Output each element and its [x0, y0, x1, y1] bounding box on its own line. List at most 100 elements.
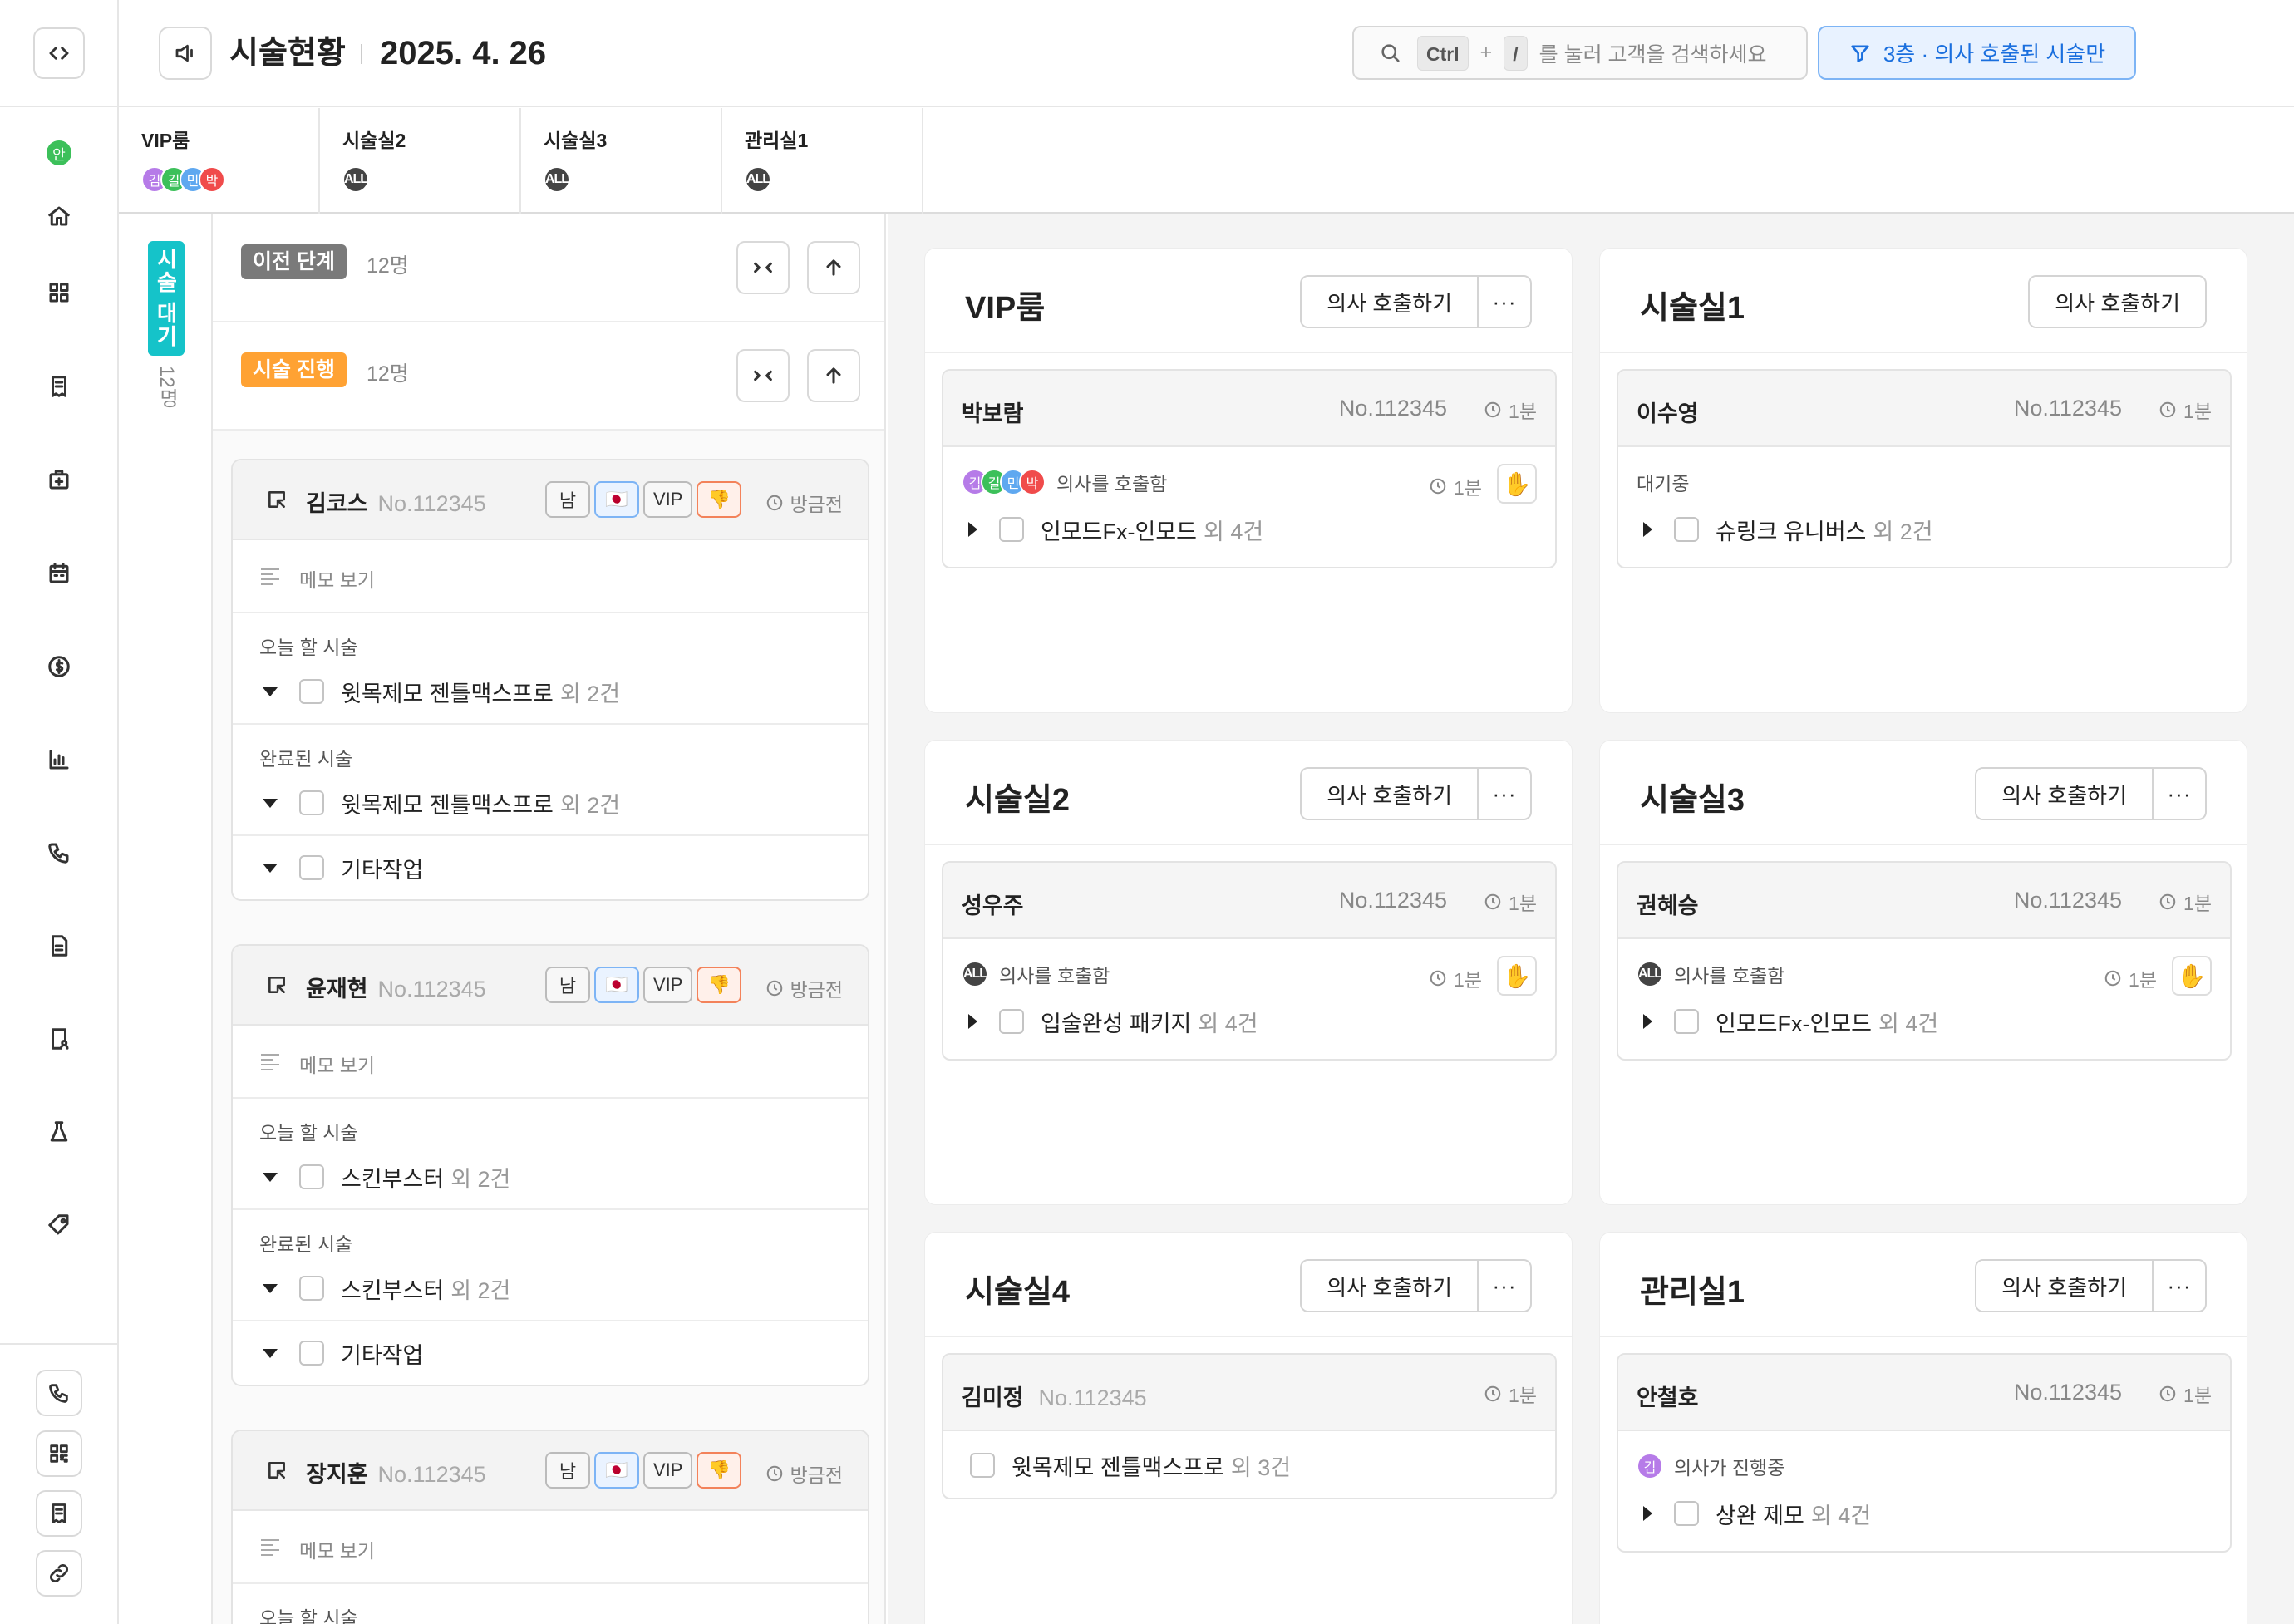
link-icon[interactable] [36, 1550, 82, 1597]
procedure-row[interactable]: 윗목제모 젠틀맥스프로 외 2건 [233, 771, 868, 834]
patient-name[interactable]: 김코스 No.112345 [306, 485, 486, 518]
room-procedure-row[interactable]: 슈링크 유니버스 외 2건 [1637, 500, 2212, 559]
select-icon[interactable] [266, 489, 288, 514]
procedure-row[interactable]: 윗목제모 젠틀맥스프로 외 2건 [233, 660, 868, 723]
flask-icon[interactable] [42, 1115, 76, 1149]
call-doctor-button[interactable]: 의사 호출하기 [1302, 1261, 1477, 1311]
phone-icon[interactable] [42, 836, 76, 869]
extra-task-checkbox[interactable] [299, 855, 324, 880]
call-doctor-button[interactable]: 의사 호출하기 [2030, 277, 2205, 327]
room-procedure-row[interactable]: 상완 제모 외 4건 [1637, 1484, 2212, 1543]
stage-tag[interactable]: 시술 진행 [241, 352, 347, 387]
memo-row[interactable]: 메모 보기 [233, 1026, 868, 1099]
caret-right-icon[interactable] [968, 1014, 977, 1029]
room-procedure-row[interactable]: 입술완성 패키지 외 4건 [962, 992, 1537, 1051]
room-procedure-checkbox[interactable] [1674, 1501, 1699, 1526]
procedure-checkbox[interactable] [299, 1164, 324, 1189]
room-tab[interactable]: VIP룸 김 길 민 박 [119, 108, 320, 214]
room-patient-card[interactable]: 이수영 No.112345 1분 대기중 슈링크 유니버스 외 2건 [1617, 369, 2232, 568]
room-procedure-checkbox[interactable] [999, 1009, 1024, 1034]
more-options-icon[interactable]: ··· [2152, 1261, 2205, 1311]
procedure-row[interactable]: 스킨부스터 외 2건 [233, 1145, 868, 1208]
grid-icon[interactable] [42, 276, 76, 309]
document-icon[interactable] [42, 929, 76, 962]
select-icon[interactable] [266, 974, 288, 1000]
room-procedure-checkbox[interactable] [1674, 517, 1699, 542]
code-toggle-icon[interactable] [33, 27, 85, 79]
caret-down-icon[interactable] [263, 687, 278, 696]
call-doctor-button[interactable]: 의사 호출하기 [1976, 1261, 2152, 1311]
room-tab[interactable]: 시술실2 ALL [320, 108, 521, 214]
caret-down-icon[interactable] [263, 1348, 278, 1358]
select-icon[interactable] [266, 1459, 288, 1485]
arrow-up-icon[interactable] [807, 241, 860, 294]
receipt-icon[interactable] [36, 1490, 82, 1537]
caret-right-icon[interactable] [1643, 1506, 1652, 1521]
room-tab[interactable]: 관리실1 ALL [722, 108, 923, 214]
dollar-icon[interactable] [42, 650, 76, 683]
procedure-checkbox[interactable] [299, 679, 324, 704]
procedure-checkbox[interactable] [299, 790, 324, 815]
arrow-up-icon[interactable] [807, 349, 860, 402]
memo-row[interactable]: 메모 보기 [233, 1511, 868, 1584]
medical-box-icon[interactable] [42, 463, 76, 496]
call-doctor-button[interactable]: 의사 호출하기 [1302, 769, 1477, 819]
patient-card[interactable]: 김코스 No.112345 남 🇯🇵 VIP 👎 방금전 메모 보기 오늘 할 시술 윗목제모 젠… [231, 459, 869, 901]
call-doctor-button[interactable]: 의사 호출하기 [1302, 277, 1477, 327]
hand-raise-icon[interactable]: ✋ [1497, 464, 1537, 504]
extra-task-row[interactable]: 기타작업 [233, 836, 868, 899]
phone-icon[interactable] [36, 1370, 82, 1416]
room-procedure-checkbox[interactable] [970, 1453, 995, 1478]
room-patient-card[interactable]: 박보람 No.112345 1분 김 길 민 박 의사를 호출함 1분 ✋ 인모드Fx-인모드 외 4… [942, 369, 1557, 568]
caret-right-icon[interactable] [1643, 522, 1652, 537]
patient-name[interactable]: 윤재현 No.112345 [306, 971, 486, 1003]
room-patient-card[interactable]: 성우주 No.112345 1분 ALL 의사를 호출함 1분 ✋ 입술완성 패키지 외 4건 [942, 861, 1557, 1061]
chart-icon[interactable] [42, 743, 76, 776]
more-options-icon[interactable]: ··· [1477, 277, 1530, 327]
room-patient-card[interactable]: 안철호 No.112345 1분 김 의사가 진행중 상완 제모 외 4건 [1617, 1353, 2232, 1553]
room-procedure-row[interactable]: 인모드Fx-인모드 외 4건 [1637, 992, 2212, 1051]
room-card: 시술실4 의사 호출하기 ··· 김미정 No.112345 1분 윗목제모 젠틀맥스프로 외… [924, 1232, 1573, 1624]
hand-raise-icon[interactable]: ✋ [1497, 956, 1537, 996]
procedure-row[interactable]: 스킨부스터 외 2건 [233, 1257, 868, 1320]
call-doctor-button[interactable]: 의사 호출하기 [1976, 769, 2152, 819]
patient-card[interactable]: 장지훈 No.112345 남 🇯🇵 VIP 👎 방금전 메모 보기 오늘 할 시술 [231, 1430, 869, 1624]
procedure-checkbox[interactable] [299, 1276, 324, 1301]
qr-icon[interactable] [36, 1430, 82, 1477]
stage-tag[interactable]: 이전 단계 [241, 244, 347, 279]
room-procedure-checkbox[interactable] [1674, 1009, 1699, 1034]
extra-task-checkbox[interactable] [299, 1341, 324, 1366]
collapse-icon[interactable] [736, 241, 790, 294]
receipt-icon[interactable] [42, 370, 76, 403]
hand-raise-icon[interactable]: ✋ [2172, 956, 2212, 996]
speaker-icon[interactable] [159, 27, 212, 80]
extra-task-row[interactable]: 기타작업 [233, 1321, 868, 1385]
caret-right-icon[interactable] [968, 522, 977, 537]
caret-down-icon[interactable] [263, 1172, 278, 1182]
collapse-icon[interactable] [736, 349, 790, 402]
room-procedure-row[interactable]: 인모드Fx-인모드 외 4건 [962, 500, 1537, 559]
more-options-icon[interactable]: ··· [1477, 1261, 1530, 1311]
filter-button[interactable]: 3층 · 의사 호출된 시술만 [1818, 26, 2136, 80]
waiting-label[interactable]: 시술 대기 [148, 241, 185, 356]
caret-down-icon[interactable] [263, 1283, 278, 1293]
caret-down-icon[interactable] [263, 798, 278, 808]
home-icon[interactable] [42, 199, 76, 233]
patient-name[interactable]: 장지훈 No.112345 [306, 1456, 486, 1489]
caret-right-icon[interactable] [1643, 1014, 1652, 1029]
caret-down-icon[interactable] [263, 863, 278, 873]
patient-card[interactable]: 윤재현 No.112345 남 🇯🇵 VIP 👎 방금전 메모 보기 오늘 할 시술 스킨부스터 외… [231, 944, 869, 1386]
room-patient-card[interactable]: 권혜승 No.112345 1분 ALL 의사를 호출함 1분 ✋ 인모드Fx-인모드 외 4건 [1617, 861, 2232, 1061]
more-options-icon[interactable]: ··· [1477, 769, 1530, 819]
room-procedure-row[interactable]: 윗목제모 젠틀맥스프로 외 3건 [962, 1436, 1537, 1494]
search-input[interactable]: Ctrl + / 를 눌러 고객을 검색하세요 [1352, 26, 1808, 80]
extra-task-label: 기타작업 [341, 1342, 424, 1368]
room-patient-card[interactable]: 김미정 No.112345 1분 윗목제모 젠틀맥스프로 외 3건 [942, 1353, 1557, 1499]
calendar-icon[interactable] [42, 557, 76, 590]
room-procedure-checkbox[interactable] [999, 517, 1024, 542]
memo-row[interactable]: 메모 보기 [233, 540, 868, 613]
more-options-icon[interactable]: ··· [2152, 769, 2205, 819]
person-doc-icon[interactable] [42, 1022, 76, 1056]
room-tab[interactable]: 시술실3 ALL [521, 108, 722, 214]
tag-icon[interactable] [42, 1208, 76, 1242]
